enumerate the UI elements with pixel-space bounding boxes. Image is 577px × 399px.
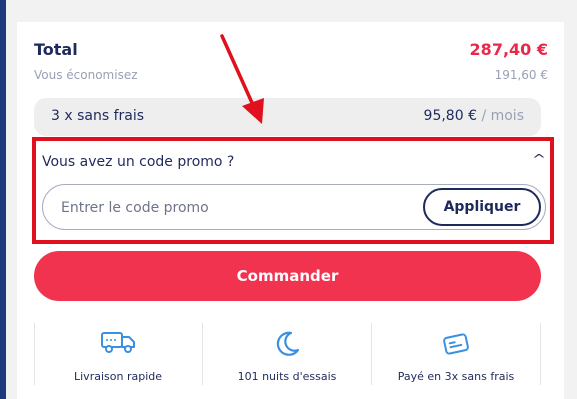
savings-label: Vous économisez xyxy=(34,68,138,82)
feature-divider xyxy=(540,323,541,385)
savings-value: 191,60 € xyxy=(494,68,548,82)
installments-amount: 95,80 € / mois xyxy=(424,108,524,124)
chevron-up-icon[interactable]: ^ xyxy=(532,152,546,166)
truck-icon xyxy=(34,329,202,359)
apply-promo-button[interactable]: Appliquer xyxy=(423,188,541,226)
promo-code-input[interactable] xyxy=(59,197,403,219)
features-bar: Livraison rapide 101 nuits d'essais Payé… xyxy=(34,323,541,399)
total-value: 287,40 € xyxy=(469,40,548,59)
installments-label: 3 x sans frais xyxy=(51,108,145,124)
feature-installments: Payé en 3x sans frais xyxy=(372,323,540,399)
moon-icon xyxy=(203,329,371,359)
installments-banner: 3 x sans frais 95,80 € / mois xyxy=(34,98,541,136)
total-label: Total xyxy=(34,40,78,59)
installments-amount-value: 95,80 € xyxy=(423,108,477,124)
total-row: Total 287,40 € xyxy=(34,40,548,64)
order-button[interactable]: Commander xyxy=(34,251,541,301)
savings-row: Vous économisez 191,60 € xyxy=(34,68,548,86)
feature-label: 101 nuits d'essais xyxy=(237,370,337,383)
feature-fast-delivery: Livraison rapide xyxy=(34,323,202,399)
feature-trial-nights: 101 nuits d'essais xyxy=(203,323,371,399)
card-icon xyxy=(372,329,540,359)
feature-label: Payé en 3x sans frais xyxy=(397,370,515,383)
page-background: Total 287,40 € Vous économisez 191,60 € … xyxy=(6,0,577,399)
promo-toggle-title[interactable]: Vous avez un code promo ? xyxy=(42,154,234,170)
installments-unit: / mois xyxy=(481,108,524,124)
feature-label: Livraison rapide xyxy=(74,370,162,383)
promo-code-section: Vous avez un code promo ? ^ Appliquer xyxy=(32,137,554,244)
promo-input-container: Appliquer xyxy=(42,184,546,230)
order-summary-card: Total 287,40 € Vous économisez 191,60 € … xyxy=(17,22,564,399)
